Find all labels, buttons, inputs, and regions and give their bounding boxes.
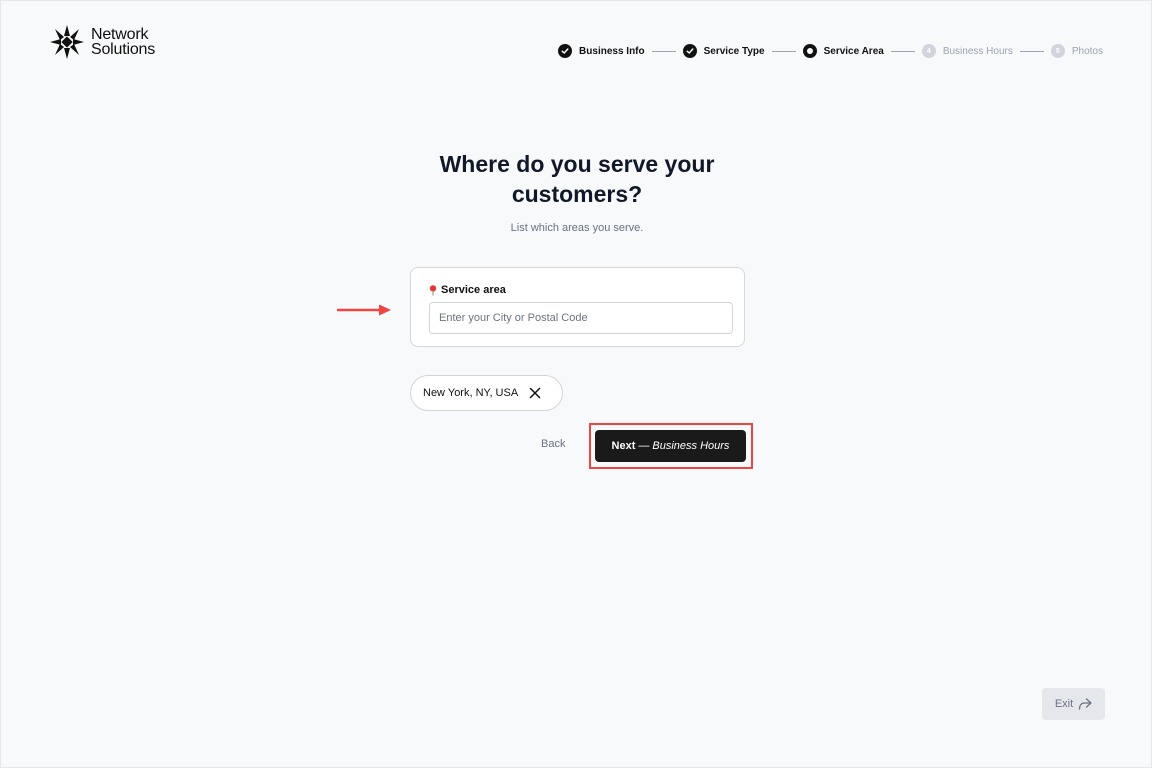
- progress-stepper: Business Info Service Type Service Area …: [558, 44, 1103, 58]
- chip-label: New York, NY, USA: [423, 387, 519, 399]
- step-service-type[interactable]: Service Type: [682, 44, 765, 58]
- close-icon[interactable]: [528, 386, 542, 400]
- service-area-chip: New York, NY, USA: [410, 375, 563, 411]
- step-connector: [771, 50, 796, 52]
- step-connector: [1019, 50, 1044, 52]
- current-step-icon: [802, 44, 817, 58]
- map-pin-icon: [429, 284, 437, 296]
- step-label: Service Area: [823, 45, 884, 57]
- page-title-line2: customers?: [511, 181, 643, 207]
- check-icon: [558, 44, 573, 58]
- step-business-hours: 4 Business Hours: [921, 44, 1013, 58]
- page-title: Where do you serve your customers?: [1, 149, 1152, 209]
- exit-button-label: Exit: [1054, 698, 1074, 710]
- step-photos: 5 Photos: [1050, 44, 1103, 58]
- service-area-input[interactable]: [429, 302, 733, 334]
- step-connector: [890, 50, 915, 52]
- step-business-info[interactable]: Business Info: [558, 44, 645, 58]
- service-area-label: Service area: [429, 284, 506, 296]
- brand-name: Network Solutions: [91, 26, 156, 58]
- brand-logo[interactable]: Network Solutions: [49, 23, 155, 61]
- step-label: Business Info: [579, 45, 645, 57]
- brand-name-line1: Network: [91, 26, 149, 43]
- step-service-area: Service Area: [802, 44, 884, 58]
- step-label: Service Type: [703, 45, 765, 57]
- exit-button[interactable]: Exit: [1042, 688, 1105, 720]
- check-icon: [682, 44, 697, 58]
- service-area-label-text: Service area: [441, 284, 506, 296]
- page-title-line1: Where do you serve your: [439, 151, 715, 177]
- service-area-card: Service area: [410, 267, 745, 347]
- next-button-target: Business Hours: [652, 440, 730, 452]
- step-connector: [651, 50, 676, 52]
- step-number: 5: [1050, 44, 1065, 58]
- next-button-label: Next: [611, 440, 636, 452]
- arrow-right-icon: [337, 304, 391, 316]
- next-button-separator: —: [638, 440, 650, 452]
- page-subtitle: List which areas you serve.: [510, 222, 644, 234]
- share-arrow-icon: [1079, 698, 1092, 710]
- step-number: 4: [921, 44, 936, 58]
- next-button[interactable]: Next — Business Hours: [595, 430, 746, 462]
- page-frame: Network Solutions Business Info Service …: [0, 0, 1152, 768]
- step-label: Photos: [1071, 45, 1103, 57]
- network-solutions-logo-icon: [50, 25, 84, 59]
- back-button[interactable]: Back: [541, 438, 565, 450]
- step-label: Business Hours: [942, 45, 1013, 57]
- brand-name-line2: Solutions: [91, 41, 156, 58]
